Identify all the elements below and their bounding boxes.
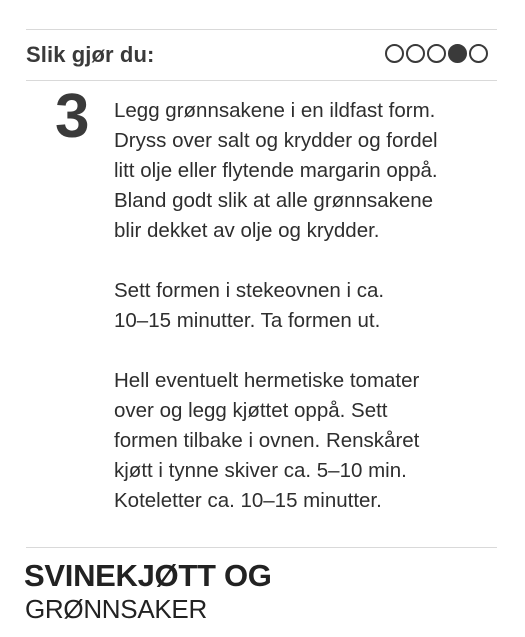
footer-divider [26,547,497,548]
section-heading: Slik gjør du: [26,42,155,67]
step-progress-indicator [385,44,488,63]
recipe-subtitle: GRØNNSAKER [25,594,207,624]
instruction-paragraph: Legg grønnsakene i en ildfast form. Drys… [114,99,438,242]
instruction-paragraph: Sett formen i stekeovnen i ca. 10–15 min… [114,279,385,332]
instruction-paragraph: Hell eventuelt hermetiske tomater over o… [114,369,420,512]
progress-dot-4 [448,44,467,63]
top-divider [26,29,497,30]
progress-dot-3 [427,44,446,63]
header-divider [26,80,497,81]
progress-dot-5 [469,44,488,63]
step-number: 3 [55,82,90,151]
progress-dot-1 [385,44,404,63]
recipe-title: SVINEKJØTT OG [24,558,272,593]
step-instructions: Legg grønnsakene i en ildfast form. Drys… [114,96,509,546]
progress-dot-2 [406,44,425,63]
